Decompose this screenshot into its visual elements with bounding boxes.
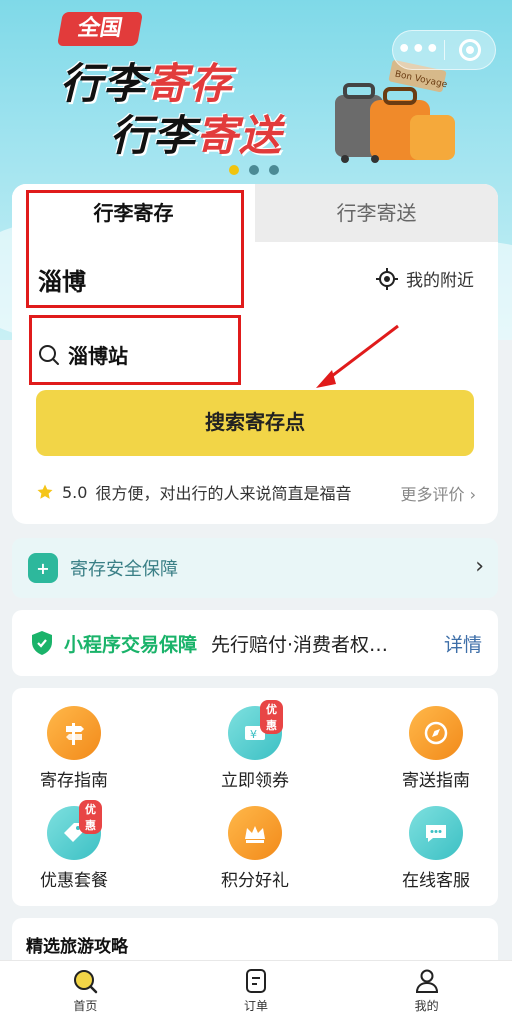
chevron-right-icon: › bbox=[469, 485, 476, 504]
tab-luggage-delivery[interactable]: 行李寄送 bbox=[255, 184, 498, 242]
annotation-box-city bbox=[26, 190, 244, 308]
bottom-navigation: 首页 订单 我的 bbox=[0, 960, 512, 1024]
feature-points-gifts[interactable]: 积分好礼 bbox=[195, 806, 315, 891]
section-title: 精选旅游攻略 bbox=[26, 937, 128, 957]
crown-icon bbox=[228, 806, 282, 860]
storage-safety-banner[interactable]: + 寄存安全保障 › bbox=[12, 538, 498, 598]
signpost-icon bbox=[47, 706, 101, 760]
pager-dot bbox=[269, 165, 279, 175]
miniprogram-capsule[interactable]: ••• bbox=[392, 30, 496, 70]
guarantee-detail-link[interactable]: 详情 bbox=[444, 630, 482, 657]
transaction-guarantee-bar[interactable]: 小程序交易保障 先行赔付·消费者权… 详情 bbox=[12, 610, 498, 676]
star-icon bbox=[37, 484, 53, 499]
luggage-illustration: Bon Voyage bbox=[335, 60, 455, 163]
search-storage-button[interactable]: 搜索寄存点 bbox=[36, 390, 474, 456]
nav-profile[interactable]: 我的 bbox=[341, 961, 512, 1024]
nationwide-badge: 全国 bbox=[57, 12, 143, 46]
pager-dot bbox=[249, 165, 259, 175]
safety-label: 寄存安全保障 bbox=[70, 559, 178, 580]
headline-delivery: 行李寄送 bbox=[110, 111, 283, 160]
chevron-right-icon: › bbox=[475, 554, 484, 579]
nearby-label: 我的附近 bbox=[406, 271, 474, 291]
order-icon bbox=[246, 969, 266, 993]
annotation-arrow bbox=[316, 324, 399, 388]
guarantee-title: 小程序交易保障 bbox=[64, 633, 198, 656]
shield-plus-icon: + bbox=[28, 553, 58, 583]
compass-icon bbox=[409, 706, 463, 760]
nav-orders[interactable]: 订单 bbox=[171, 961, 342, 1024]
tag-icon: 优惠 bbox=[47, 800, 102, 860]
feature-storage-guide[interactable]: 寄存指南 bbox=[14, 706, 134, 791]
green-shield-icon bbox=[32, 631, 52, 655]
pager-dot-active bbox=[229, 165, 239, 175]
feature-discount-package[interactable]: 优惠 优惠套餐 bbox=[14, 800, 134, 891]
coupon-icon: ¥ 优惠 bbox=[228, 700, 283, 760]
review-text: 很方便，对出行的人来说简直是福音 bbox=[95, 484, 352, 503]
home-search-icon bbox=[74, 970, 98, 994]
svg-text:¥: ¥ bbox=[250, 728, 257, 741]
guarantee-description: 先行赔付·消费者权… bbox=[211, 633, 389, 656]
more-options-icon[interactable]: ••• bbox=[393, 30, 444, 70]
review-summary[interactable]: 5.0 很方便，对出行的人来说简直是福音 bbox=[36, 480, 351, 504]
nearby-button[interactable]: 我的附近 bbox=[376, 266, 474, 291]
discount-badge: 优惠 bbox=[79, 800, 102, 834]
feature-online-service[interactable]: 在线客服 bbox=[376, 806, 496, 891]
review-score: 5.0 bbox=[62, 482, 88, 502]
feature-get-coupon[interactable]: ¥ 优惠 立即领券 bbox=[195, 700, 315, 791]
locate-icon bbox=[376, 267, 398, 290]
more-reviews-link[interactable]: 更多评价 › bbox=[400, 481, 476, 505]
discount-badge: 优惠 bbox=[260, 700, 283, 734]
annotation-box-station bbox=[29, 315, 241, 385]
profile-icon bbox=[415, 969, 438, 993]
chat-bubble-icon bbox=[409, 806, 463, 860]
feature-delivery-guide[interactable]: 寄送指南 bbox=[376, 706, 496, 791]
feature-grid: 寄存指南 ¥ 优惠 立即领券 寄送指南 优惠 优惠套餐 积分好礼 在线客服 bbox=[12, 688, 498, 906]
nav-home[interactable]: 首页 bbox=[0, 961, 171, 1024]
banner-pager bbox=[229, 165, 279, 175]
close-miniprogram-icon[interactable] bbox=[444, 39, 495, 61]
